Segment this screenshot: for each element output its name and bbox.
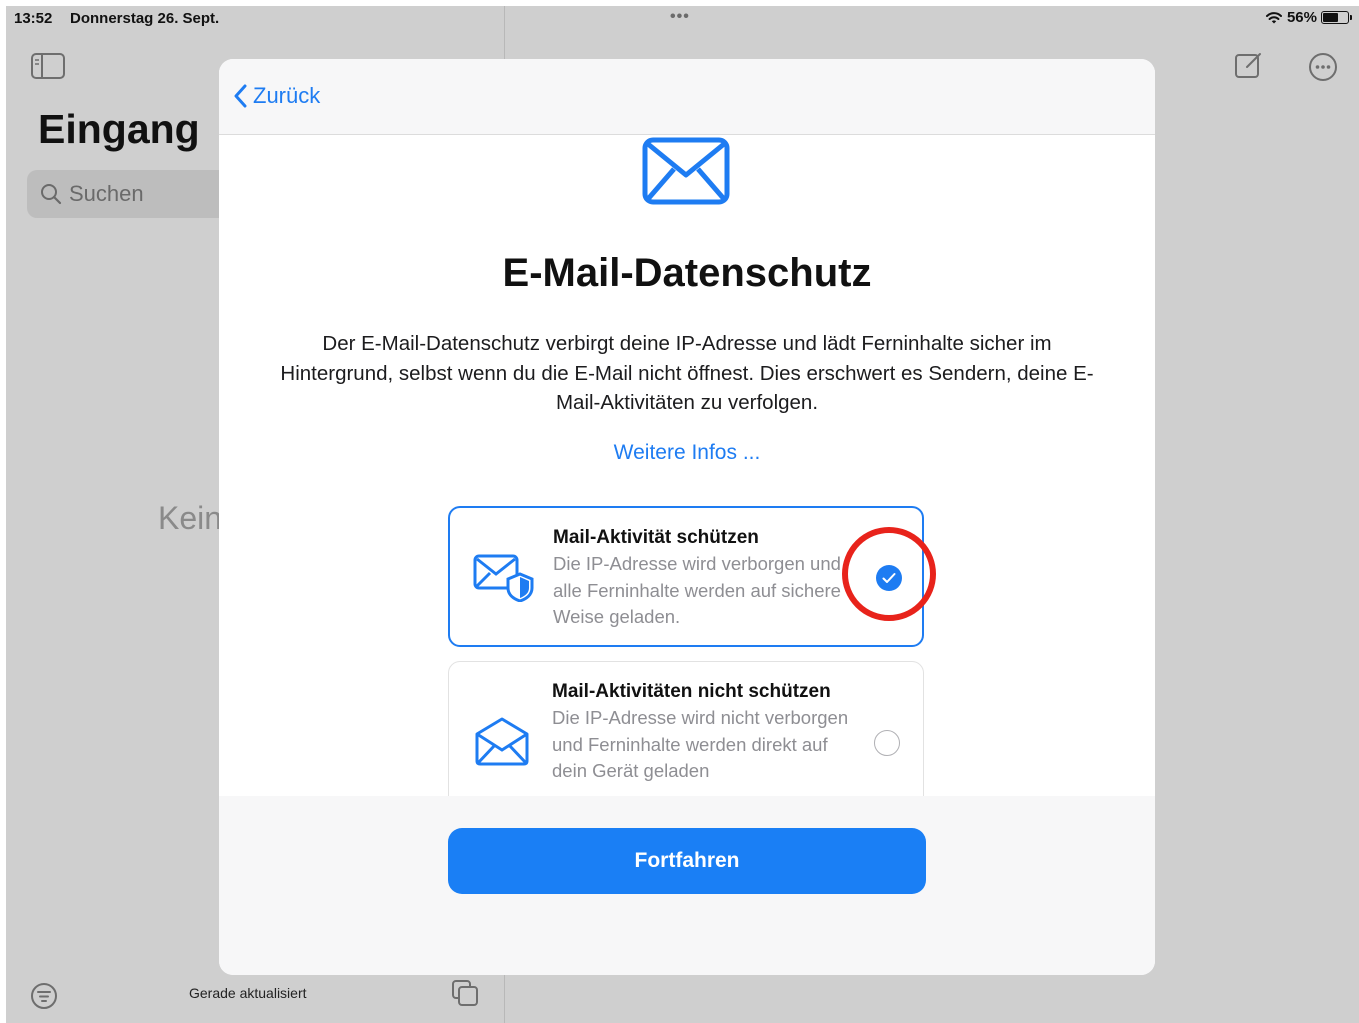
battery-icon	[1321, 11, 1352, 24]
highlight-annotation-circle	[842, 527, 936, 621]
radio-unselected[interactable]	[874, 730, 900, 756]
status-time: 13:52	[14, 10, 53, 27]
inbox-title: Eingang	[38, 106, 200, 152]
multitasking-dots[interactable]: •••	[670, 8, 690, 26]
filter-icon[interactable]	[30, 982, 58, 1010]
more-options-icon[interactable]	[1307, 51, 1339, 83]
sheet-footer: Fortfahren	[219, 796, 1155, 975]
back-button[interactable]: Zurück	[233, 83, 320, 109]
copy-icon[interactable]	[450, 978, 480, 1008]
more-info-link[interactable]: Weitere Infos ...	[219, 441, 1155, 465]
option-title: Mail-Aktivitäten nicht schützen	[552, 681, 831, 702]
status-right: 56%	[1265, 9, 1352, 26]
battery-level	[1323, 13, 1338, 22]
envelope-shield-icon	[473, 554, 534, 602]
sheet-title: E-Mail-Datenschutz	[502, 251, 872, 295]
chevron-left-icon	[234, 84, 247, 108]
status-date: Donnerstag 26. Sept.	[70, 10, 220, 27]
mail-privacy-sheet: Zurück E-Mail-Datenschutz Der E-Mail-Dat…	[219, 59, 1155, 975]
option-title: Mail-Aktivität schützen	[553, 527, 759, 548]
option-description: Die IP-Adresse wird verborgen und alle F…	[553, 553, 841, 627]
battery-percent: 56%	[1286, 9, 1317, 26]
compose-icon[interactable]	[1234, 50, 1264, 80]
open-envelope-icon	[475, 717, 529, 766]
envelope-icon	[642, 137, 730, 205]
back-label: Zurück	[253, 83, 321, 108]
sheet-description: Der E-Mail-Datenschutz verbirgt deine IP…	[280, 332, 1094, 414]
wifi-icon	[1265, 11, 1282, 23]
option-description: Die IP-Adresse wird nicht verborgen und …	[552, 707, 849, 781]
sidebar-toggle-icon[interactable]	[31, 53, 65, 79]
update-status: Gerade aktualisiert	[189, 985, 307, 1001]
status-bar: 13:52 Donnerstag 26. Sept. ••• 56%	[6, 6, 1359, 32]
search-icon	[41, 184, 62, 205]
continue-button[interactable]: Fortfahren	[448, 828, 926, 894]
sheet-nav-bar: Zurück	[219, 59, 1155, 135]
empty-state-text: Kein	[158, 500, 223, 536]
ipad-screen: 13:52 Donnerstag 26. Sept. ••• 56% Einga…	[6, 6, 1359, 1023]
search-placeholder: Suchen	[69, 181, 144, 206]
